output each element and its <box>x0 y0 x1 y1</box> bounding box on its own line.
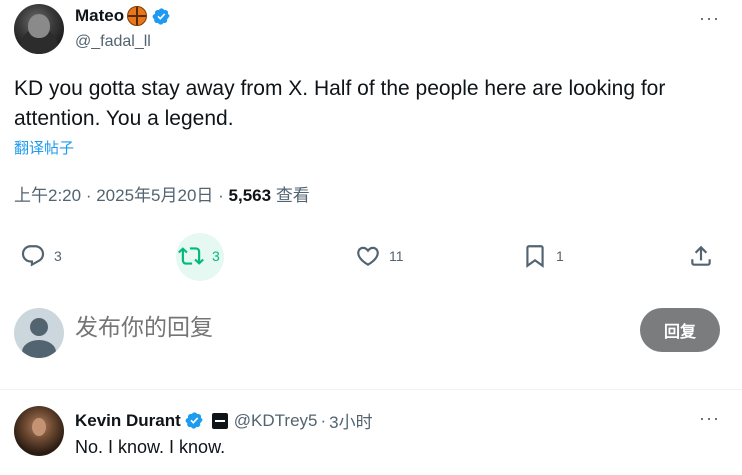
reply-composer: 回复 <box>0 300 742 364</box>
post-text: KD you gotta stay away from X. Half of t… <box>14 77 666 130</box>
bookmark-count: 1 <box>556 248 564 264</box>
post-time[interactable]: 上午2:20 <box>14 186 81 205</box>
reply-button[interactable]: 3 <box>20 232 62 280</box>
bookmark-icon <box>526 245 544 268</box>
post-date[interactable]: 2025年5月20日 <box>96 186 213 205</box>
more-options-icon[interactable]: ··· <box>699 8 720 29</box>
reply-post[interactable]: Kevin Durant @KDTrey5 · 3小时 ··· No. I kn… <box>0 396 742 475</box>
like-button[interactable]: 11 <box>355 232 404 280</box>
retweet-count: 3 <box>212 248 220 264</box>
verified-badge-icon[interactable] <box>185 411 204 430</box>
reply-author-name[interactable]: Kevin Durant <box>75 411 181 431</box>
heart-icon <box>357 246 379 266</box>
reply-author-avatar[interactable] <box>14 406 64 456</box>
reply-submit-button[interactable]: 回复 <box>640 308 720 352</box>
verified-badge-icon[interactable] <box>152 7 171 26</box>
meta-separator: · <box>85 186 97 205</box>
share-icon <box>691 245 711 266</box>
author-name[interactable]: Mateo <box>75 6 124 26</box>
reply-text: No. I know. I know. <box>75 437 226 457</box>
user-avatar[interactable] <box>14 308 64 358</box>
reply-header: Kevin Durant @KDTrey5 · 3小时 <box>75 408 373 433</box>
meta-separator: · <box>320 410 327 430</box>
post-metadata: 上午2:20 · 2025年5月20日 · 5,563 查看 <box>14 181 310 206</box>
reply-input[interactable] <box>75 314 595 341</box>
like-count: 11 <box>389 248 404 264</box>
author-avatar[interactable] <box>14 4 64 54</box>
retweet-icon <box>178 247 204 265</box>
action-bar: 3 3 11 1 <box>0 232 742 281</box>
author-name-row[interactable]: Mateo <box>75 6 171 26</box>
views-label: 查看 <box>275 186 310 205</box>
translate-post-link[interactable]: 翻译帖子 <box>14 137 74 158</box>
basketball-emoji-icon <box>127 6 148 26</box>
views-count: 5,563 <box>228 186 272 205</box>
reply-author-handle[interactable]: @KDTrey5 <box>234 411 318 431</box>
share-button[interactable] <box>688 232 714 280</box>
affiliate-badge-icon[interactable] <box>211 412 228 429</box>
meta-separator: · <box>218 186 229 205</box>
author-handle[interactable]: @_fadal_ll <box>75 33 151 51</box>
bookmark-button[interactable]: 1 <box>522 232 564 280</box>
divider <box>0 389 742 390</box>
reply-time[interactable]: 3小时 <box>329 408 372 433</box>
reply-count: 3 <box>54 248 62 264</box>
more-options-icon[interactable]: ··· <box>699 408 720 429</box>
reply-icon <box>21 245 45 267</box>
retweet-button[interactable]: 3 <box>176 232 224 281</box>
